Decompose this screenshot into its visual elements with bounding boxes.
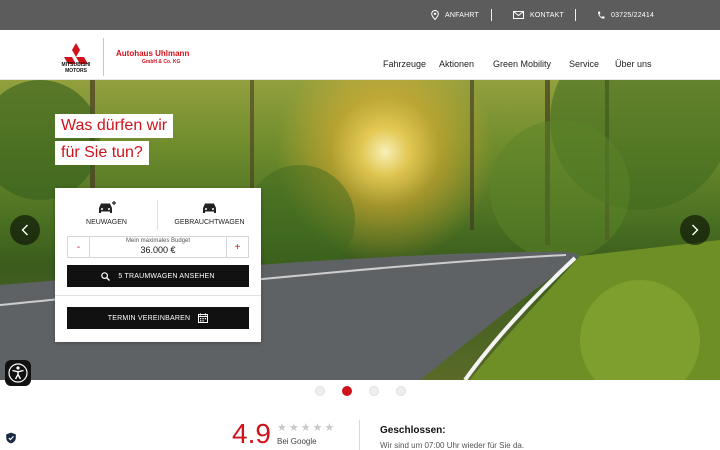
- shield-check-icon[interactable]: [5, 432, 17, 444]
- book-appointment-label: TERMIN VEREINBAREN: [107, 314, 191, 322]
- new-car-icon: [98, 201, 116, 213]
- topbar-separator: [491, 9, 492, 21]
- chevron-left-icon: [21, 224, 28, 236]
- location-pin-icon: [431, 10, 439, 20]
- vehicle-search-card: NEUWAGEN GEBRAUCHTWAGEN - Mein maximales…: [55, 188, 261, 342]
- hero-heading-line2: für Sie tun?: [55, 141, 149, 165]
- topbar-separator: [575, 9, 576, 21]
- phone-link[interactable]: 03725/22414: [597, 0, 654, 30]
- slider-next-button[interactable]: [680, 215, 710, 245]
- dealer-name-line: Autohaus Uhlmann: [116, 49, 190, 58]
- main-header: [0, 30, 720, 80]
- book-appointment-button[interactable]: TERMIN VEREINBAREN: [67, 307, 249, 329]
- kontakt-label: KONTAKT: [530, 11, 564, 19]
- rating-source[interactable]: Bei Google: [277, 437, 317, 446]
- search-icon: [101, 271, 111, 281]
- budget-value[interactable]: 36.000 €: [90, 245, 226, 255]
- phone-icon: [598, 10, 605, 19]
- logo-wordmark: MITSUBISHI MOTORS: [61, 62, 91, 74]
- dealer-name[interactable]: Autohaus Uhlmann GmbH & Co. KG: [116, 49, 189, 65]
- slider-dot-2[interactable]: [342, 386, 352, 396]
- tab-neuwagen-label: NEUWAGEN: [86, 219, 127, 226]
- accessibility-button[interactable]: [5, 360, 31, 386]
- slider-prev-button[interactable]: [10, 215, 40, 245]
- accessibility-icon: [8, 363, 28, 383]
- slider-dot-4[interactable]: [396, 386, 406, 396]
- nav-item-green-mobility[interactable]: Green Mobility: [493, 59, 551, 69]
- tab-neuwagen[interactable]: NEUWAGEN: [55, 200, 158, 226]
- slider-pagination: [313, 386, 413, 398]
- opening-status: Geschlossen:: [380, 425, 446, 436]
- budget-decrease-button[interactable]: -: [68, 237, 90, 257]
- phone-label: 03725/22414: [611, 11, 655, 19]
- nav-item-aktionen[interactable]: Aktionen: [439, 59, 474, 69]
- tab-gebrauchtwagen-label: GEBRAUCHTWAGEN: [174, 219, 245, 226]
- kontakt-link[interactable]: KONTAKT: [513, 0, 564, 30]
- chevron-right-icon: [692, 224, 699, 236]
- card-divider: [55, 295, 261, 296]
- nav-item-service[interactable]: Service: [569, 59, 599, 69]
- slider-dot-3[interactable]: [369, 386, 379, 396]
- hero-heading: Was dürfen wir für Sie tun?: [55, 114, 174, 168]
- vehicle-type-tabs: NEUWAGEN GEBRAUCHTWAGEN: [55, 188, 261, 234]
- calendar-icon: [198, 313, 209, 323]
- nav-item-ueber-uns[interactable]: Über uns: [615, 59, 652, 69]
- opening-message: Wir sind um 07:00 Uhr wieder für Sie da.: [380, 441, 525, 450]
- budget-label: Mein maximales Budget: [125, 238, 191, 244]
- budget-stepper: - Mein maximales Budget 36.000 € +: [67, 236, 249, 258]
- rating-stars: ★★★★★: [277, 422, 337, 434]
- anfahrt-label: ANFAHRT: [445, 11, 479, 19]
- anfahrt-link[interactable]: ANFAHRT: [431, 0, 479, 30]
- view-cars-label: 5 TRAUMWAGEN ANSEHEN: [118, 272, 215, 280]
- nav-item-fahrzeuge[interactable]: Fahrzeuge: [383, 59, 426, 69]
- mail-icon: [513, 11, 524, 19]
- info-divider: [359, 420, 360, 450]
- view-cars-button[interactable]: 5 TRAUMWAGEN ANSEHEN: [67, 265, 249, 287]
- slider-dot-1[interactable]: [315, 386, 325, 396]
- tab-gebrauchtwagen[interactable]: GEBRAUCHTWAGEN: [158, 200, 261, 226]
- used-car-icon: [202, 203, 216, 213]
- hero-heading-line1: Was dürfen wir: [55, 114, 174, 138]
- dealer-suffix-line: GmbH & Co. KG: [142, 59, 181, 65]
- logo-divider: [103, 38, 104, 76]
- google-rating-value: 4.9: [232, 418, 271, 449]
- top-bar: ANFAHRT KONTAKT 03725/22414: [0, 0, 720, 30]
- budget-increase-button[interactable]: +: [226, 237, 248, 257]
